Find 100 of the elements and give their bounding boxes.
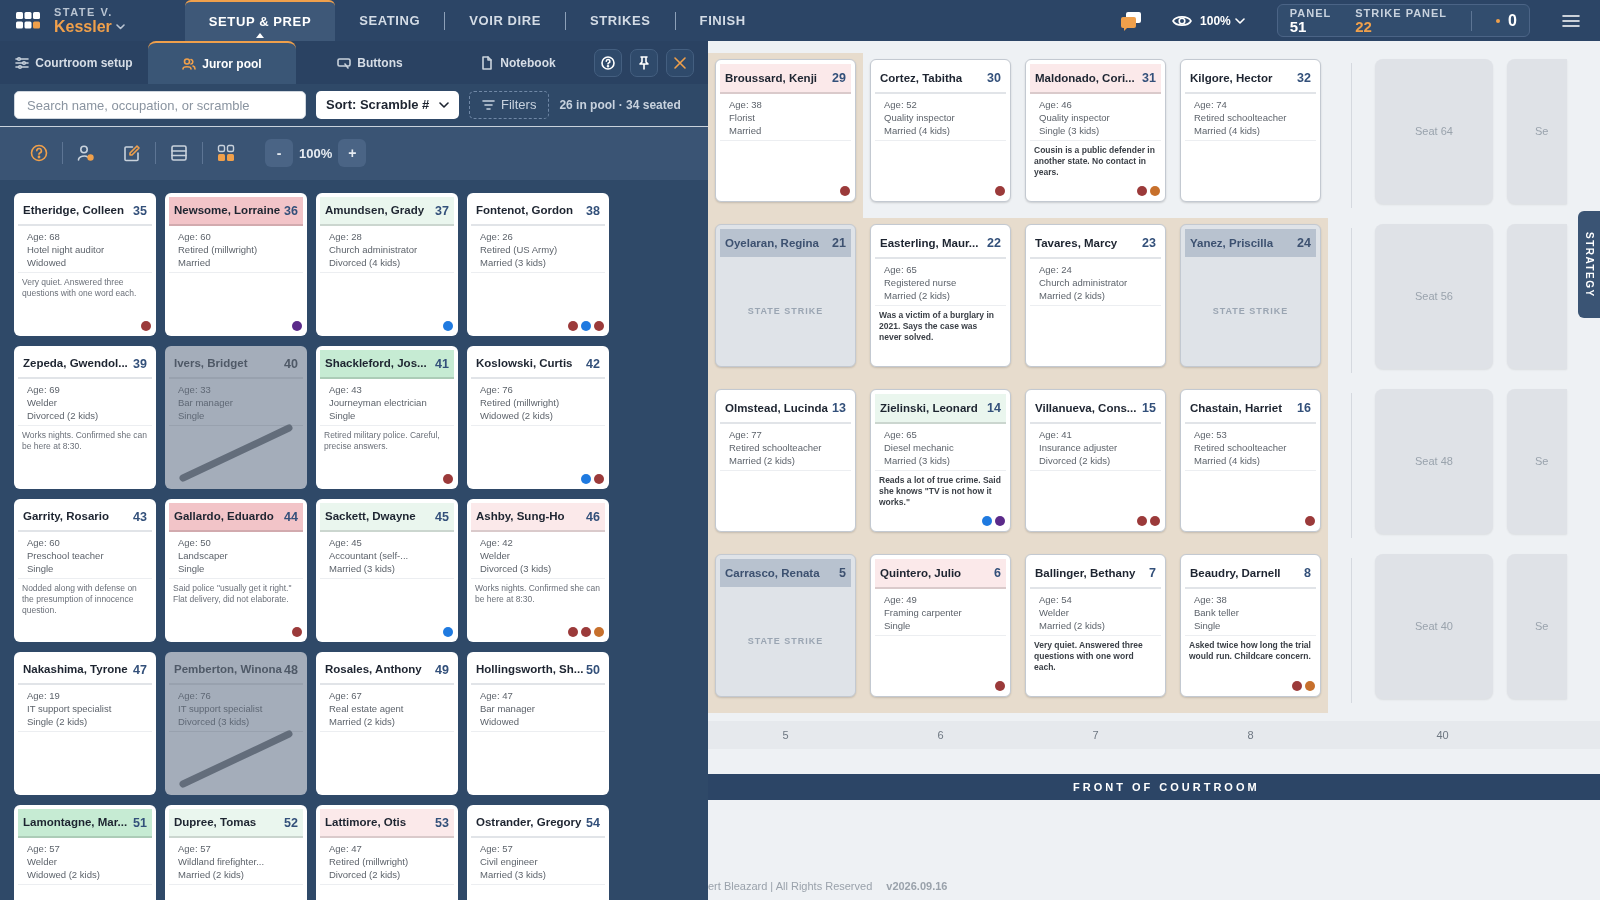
- juror-status: Single (2 kids): [27, 715, 89, 729]
- seat-label: Seat 40: [1415, 619, 1453, 635]
- nav-tab[interactable]: STRIKES: [566, 0, 675, 41]
- help-icon[interactable]: [30, 144, 48, 163]
- juror-card[interactable]: Carrasco, Renata 5 STATE STRIKE: [715, 554, 856, 697]
- juror-note: Works nights. Confirmed she can be here at 8:30.: [474, 582, 602, 607]
- juror-card[interactable]: Hollingsworth, Sh... 50 Age: 47 Bar manager Widowed: [467, 651, 609, 795]
- juror-age: Age: 28: [329, 230, 363, 244]
- juror-card[interactable]: Maldonado, Cori... 31 Age: 46 Quality inspector Single (3 kids) Cousin is a public defender in another state. No contact in years.: [1025, 59, 1166, 202]
- version-text: v2026.09.16: [886, 878, 948, 894]
- juror-card[interactable]: Garrity, Rosario 43 Age: 60 Preschool teacher Single Nodded along with defense on the presumption of innocence question.: [14, 498, 156, 642]
- juror-status: Widowed (2 kids): [480, 409, 554, 423]
- column-label: 5: [781, 727, 790, 743]
- juror-card[interactable]: Nakashima, Tyrone 47 Age: 19 IT support specialist Single (2 kids): [14, 651, 156, 795]
- juror-number: 37: [435, 202, 449, 220]
- juror-occupation: Journeyman electrician: [329, 396, 428, 410]
- seat-label: Se: [1535, 124, 1549, 140]
- juror-card[interactable]: Oyelaran, Regina 21 STATE STRIKE: [715, 224, 856, 367]
- juror-name: Garrity, Rosario: [23, 509, 110, 525]
- juror-card[interactable]: Amundsen, Grady 37 Age: 28 Church administrator Divorced (4 kids): [316, 192, 458, 336]
- juror-name: Easterling, Maur...: [880, 235, 979, 251]
- juror-card[interactable]: Gallardo, Eduardo 44 Age: 50 Landscaper Single Said police "usually get it right." Flat delivery, did not elaborate.: [165, 498, 307, 642]
- juror-status: Single: [178, 409, 206, 423]
- juror-number: 53: [435, 814, 449, 832]
- eye-icon[interactable]: [1172, 13, 1193, 28]
- juror-card[interactable]: Quintero, Julio 6 Age: 49 Framing carpenter Single: [870, 554, 1011, 697]
- filters-button[interactable]: Filters: [469, 91, 550, 120]
- juror-name: Cortez, Tabitha: [880, 70, 963, 86]
- juror-status: Single: [1194, 618, 1222, 632]
- juror-card[interactable]: Chastain, Harriet 16 Age: 53 Retired schoolteacher Married (4 kids): [1180, 389, 1321, 532]
- close-button[interactable]: [666, 48, 694, 77]
- column-label: 6: [936, 727, 945, 743]
- add-person-icon[interactable]: [77, 144, 95, 163]
- nav-tab[interactable]: SEATING: [335, 0, 445, 41]
- juror-card[interactable]: Villanueva, Cons... 15 Age: 41 Insurance adjuster Divorced (2 kids): [1025, 389, 1166, 532]
- juror-card[interactable]: Shackleford, Jos... 41 Age: 43 Journeyman electrician Single Retired military police. Careful, precise answers.: [316, 345, 458, 489]
- panel-tab[interactable]: Buttons: [296, 41, 444, 84]
- juror-age: Age: 65: [884, 262, 918, 276]
- juror-number: 21: [832, 235, 846, 252]
- juror-occupation: Retired schoolteacher: [1194, 110, 1288, 124]
- case-name[interactable]: Kessler: [54, 17, 112, 36]
- juror-name: Gallardo, Eduardo: [174, 509, 274, 525]
- juror-card[interactable]: Lattimore, Otis 53 Age: 47 Retired (millwright) Divorced (2 kids): [316, 804, 458, 900]
- nav-tab[interactable]: SETUP & PREP: [184, 0, 336, 41]
- menu-icon[interactable]: [1562, 13, 1580, 28]
- juror-card[interactable]: Olmstead, Lucinda 13 Age: 77 Retired schoolteacher Married (2 kids): [715, 389, 856, 532]
- zoom-in-button[interactable]: +: [338, 139, 367, 168]
- panel-tab[interactable]: Courtroom setup: [0, 41, 148, 84]
- search-field[interactable]: Search name, occupation, or scramble: [14, 91, 306, 120]
- juror-card[interactable]: Easterling, Maur... 22 Age: 65 Registered nurse Married (2 kids) Was a victim of a burglary in 2021. Says the case was never solved.: [870, 224, 1011, 367]
- panel-tab[interactable]: Juror pool: [148, 41, 296, 84]
- seat-label: Se: [1535, 454, 1549, 470]
- juror-card[interactable]: Fontenot, Gordon 38 Age: 26 Retired (US Army) Married (3 kids): [467, 192, 609, 336]
- juror-occupation: Welder: [1039, 605, 1070, 619]
- app-grid-icon[interactable]: [16, 12, 40, 29]
- juror-card[interactable]: Etheridge, Colleen 35 Age: 68 Hotel night auditor Widowed Very quiet. Answered three questions with one word each.: [14, 192, 156, 336]
- case-label: STATE V.: [54, 5, 114, 18]
- juror-card[interactable]: Lamontagne, Mar... 51 Age: 57 Welder Widowed (2 kids): [14, 804, 156, 900]
- juror-status: Single: [178, 562, 206, 576]
- juror-card[interactable]: Kilgore, Hector 32 Age: 74 Retired schoolteacher Married (4 kids): [1180, 59, 1321, 202]
- juror-card[interactable]: Dupree, Tomas 52 Age: 57 Wildland firefighter... Married (2 kids): [165, 804, 307, 900]
- juror-note: Cousin is a public defender in another state. No contact in years.: [1033, 143, 1156, 179]
- juror-card[interactable]: Tavares, Marcy 23 Age: 24 Church administrator Married (2 kids): [1025, 224, 1166, 367]
- juror-occupation: Preschool teacher: [27, 549, 105, 563]
- juror-card[interactable]: Cortez, Tabitha 30 Age: 52 Quality inspector Married (4 kids): [870, 59, 1011, 202]
- juror-status: Married (2 kids): [178, 868, 245, 882]
- pin-button[interactable]: [630, 48, 658, 77]
- strategy-tab[interactable]: STRATEGY: [1578, 211, 1600, 318]
- juror-card[interactable]: Zepeda, Gwendol... 39 Age: 69 Welder Divorced (2 kids) Works nights. Confirmed she can be here at 8:30.: [14, 345, 156, 489]
- juror-card[interactable]: Rosales, Anthony 49 Age: 67 Real estate agent Married (2 kids): [316, 651, 458, 795]
- juror-card[interactable]: Ostrander, Gregory 54 Age: 57 Civil engineer Married (3 kids): [467, 804, 609, 900]
- juror-age: Age: 24: [1039, 262, 1073, 276]
- chat-icon[interactable]: [1120, 10, 1143, 31]
- juror-card[interactable]: Newsome, Lorraine 36 Age: 60 Retired (millwright) Married: [165, 192, 307, 336]
- list-icon[interactable]: [170, 144, 188, 163]
- juror-card[interactable]: Beaudry, Darnell 8 Age: 38 Bank teller Single Asked twice how long the trial would run. Childcare concern.: [1180, 554, 1321, 697]
- juror-note: Reads a lot of true crime. Said she knows "TV is not how it works.": [878, 473, 1002, 509]
- juror-name: Lamontagne, Mar...: [23, 815, 128, 831]
- juror-card[interactable]: Koslowski, Curtis 42 Age: 76 Retired (millwright) Widowed (2 kids): [467, 345, 609, 489]
- juror-number: 40: [284, 355, 298, 373]
- juror-card[interactable]: Yanez, Priscilla 24 STATE STRIKE: [1180, 224, 1321, 367]
- juror-card[interactable]: Zielinski, Leonard 14 Age: 65 Diesel mechanic Married (3 kids) Reads a lot of true crime. Said she knows "TV is not how it works.": [870, 389, 1011, 532]
- juror-card[interactable]: Broussard, Kenji 29 Age: 38 Florist Married: [715, 59, 856, 202]
- juror-number: 49: [435, 661, 449, 679]
- panel-tab[interactable]: Notebook: [444, 41, 592, 84]
- nav-tab[interactable]: VOIR DIRE: [445, 0, 566, 41]
- juror-card[interactable]: Ashby, Sung-Ho 46 Age: 42 Welder Divorced (3 kids) Works nights. Confirmed she can be here at 8:30.: [467, 498, 609, 642]
- grid-view-icon[interactable]: [217, 144, 235, 163]
- zoom-level[interactable]: 100%: [1200, 11, 1231, 30]
- sort-dropdown[interactable]: Sort: Scramble #: [316, 91, 459, 120]
- help-button[interactable]: [594, 48, 622, 77]
- juror-age: Age: 74: [1194, 97, 1228, 111]
- juror-card[interactable]: Ballinger, Bethany 7 Age: 54 Welder Married (2 kids) Very quiet. Answered three questions with one word each.: [1025, 554, 1166, 697]
- zoom-out-button[interactable]: -: [265, 139, 293, 168]
- nav-tab[interactable]: FINISH: [675, 0, 770, 41]
- edit-icon[interactable]: [123, 144, 141, 163]
- juror-age: Age: 26: [480, 230, 514, 244]
- juror-card[interactable]: Sackett, Dwayne 45 Age: 45 Accountant (self-... Married (3 kids): [316, 498, 458, 642]
- juror-note: Was a victim of a burglary in 2021. Says the case was never solved.: [878, 308, 995, 344]
- caret-icon[interactable]: [115, 23, 125, 30]
